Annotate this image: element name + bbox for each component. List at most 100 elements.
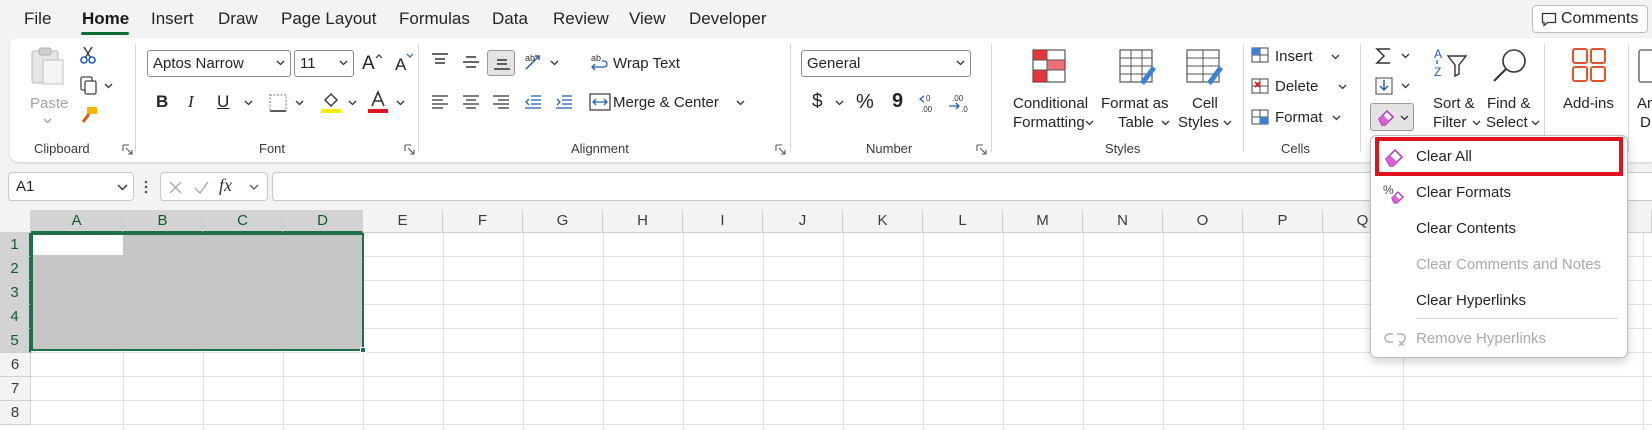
decrease-decimal-icon[interactable]: .00 .0 [946,91,970,115]
format-as-table-button[interactable]: Format as Table [1101,44,1173,136]
column-header-n[interactable]: N [1083,210,1163,233]
column-header-e[interactable]: E [363,210,443,233]
column-header-h[interactable]: H [603,210,683,233]
orientation-icon[interactable]: ab [523,51,545,73]
autosum-icon[interactable] [1374,46,1394,66]
row-header-5[interactable]: 5 [0,329,31,353]
delete-cells-icon[interactable] [1250,77,1270,95]
chevron-down-icon[interactable] [295,100,304,106]
font-launcher-icon[interactable] [404,144,415,155]
column-header-d[interactable]: D [283,210,363,233]
row-header-7[interactable]: 7 [0,377,31,401]
select-all-button[interactable] [0,210,31,233]
chevron-down-icon[interactable] [835,100,844,106]
row-header-6[interactable]: 6 [0,353,31,377]
tab-developer[interactable]: Developer [689,9,767,29]
sort-filter-button[interactable]: A Z Sort & Filter [1423,44,1481,136]
chevron-down-icon[interactable] [1401,53,1410,59]
format-cells-label[interactable]: Format [1275,109,1323,126]
delete-cells-label[interactable]: Delete [1275,78,1318,95]
tab-view[interactable]: View [629,9,666,29]
insert-function-button[interactable]: fx [219,175,232,196]
font-color-icon[interactable] [367,90,389,114]
column-header-o[interactable]: O [1163,210,1243,233]
alignment-launcher-icon[interactable] [775,144,786,155]
format-painter-icon[interactable] [79,105,99,125]
tab-file[interactable]: File [24,9,51,29]
more-options-icon[interactable] [144,179,148,195]
name-box[interactable]: A1 [8,172,134,201]
chevron-down-icon[interactable] [249,184,259,191]
paste-button[interactable]: Paste [27,46,68,126]
row-header-3[interactable]: 3 [0,281,31,305]
chevron-down-icon[interactable] [1401,83,1410,89]
increase-indent-icon[interactable] [554,94,574,110]
chevron-down-icon[interactable] [396,100,405,106]
tab-review[interactable]: Review [553,9,609,29]
bold-button[interactable]: B [156,92,168,112]
font-name-combo[interactable]: Aptos Narrow [147,50,291,77]
borders-icon[interactable] [268,93,288,113]
increase-decimal-icon[interactable]: 0 .00 [916,91,940,115]
fill-color-icon[interactable] [320,90,342,114]
bottom-align-button[interactable] [487,50,515,76]
chevron-down-icon[interactable] [1332,115,1341,121]
decrease-font-size-button[interactable]: A [395,55,406,75]
merge-center-icon[interactable] [589,92,611,112]
decrease-indent-icon[interactable] [523,94,543,110]
align-right-icon[interactable] [491,94,511,110]
insert-cells-icon[interactable] [1250,46,1270,64]
comma-style-button[interactable]: 9 [892,90,903,113]
tab-draw[interactable]: Draw [218,9,258,29]
column-header-i[interactable]: I [683,210,763,233]
row-header-2[interactable]: 2 [0,257,31,281]
number-format-combo[interactable]: General [801,50,971,77]
clear-hyperlinks-menu-item[interactable]: Clear Hyperlinks [1371,284,1629,318]
column-header-f[interactable]: F [443,210,523,233]
tab-formulas[interactable]: Formulas [399,9,470,29]
chevron-down-icon[interactable] [1338,84,1347,90]
row-header-1[interactable]: 1 [0,233,31,257]
column-header-g[interactable]: G [523,210,603,233]
enter-icon[interactable] [193,180,210,195]
middle-align-icon[interactable] [461,54,481,70]
clear-contents-menu-item[interactable]: Clear Contents [1371,212,1629,246]
top-align-icon[interactable] [430,52,450,68]
percent-button[interactable]: % [856,91,874,114]
clear-formats-menu-item[interactable]: % Clear Formats [1371,176,1629,210]
clipboard-launcher-icon[interactable] [122,144,133,155]
row-header-4[interactable]: 4 [0,305,31,329]
currency-button[interactable]: $ [812,91,823,113]
chevron-down-icon[interactable] [104,83,113,89]
analyze-data-button[interactable]: An D [1634,44,1652,136]
comments-button[interactable]: Comments [1532,5,1648,33]
cut-icon[interactable] [79,45,97,65]
increase-font-size-button[interactable]: A [362,53,375,75]
active-cell-a1[interactable] [33,235,123,255]
format-cells-icon[interactable] [1250,108,1270,126]
conditional-formatting-button[interactable]: Conditional Formatting [1002,44,1096,136]
italic-button[interactable]: I [188,92,194,112]
tab-home[interactable]: Home [82,9,129,29]
fill-icon[interactable] [1374,76,1394,96]
column-header-p[interactable]: P [1243,210,1323,233]
insert-cells-label[interactable]: Insert [1275,48,1313,65]
align-center-icon[interactable] [461,94,481,110]
tab-data[interactable]: Data [492,9,528,29]
chevron-down-icon[interactable] [348,100,357,106]
chevron-down-icon[interactable] [1331,54,1340,60]
column-header-b[interactable]: B [123,210,203,233]
fill-handle[interactable] [360,347,366,353]
find-select-button[interactable]: Find & Select [1480,44,1540,136]
font-size-combo[interactable]: 11 [294,50,354,77]
column-header-k[interactable]: K [843,210,923,233]
tab-page-layout[interactable]: Page Layout [281,9,376,29]
column-header-m[interactable]: M [1003,210,1083,233]
copy-icon[interactable] [79,75,99,95]
wrap-text-icon[interactable]: ab [590,52,610,74]
add-ins-button[interactable]: Add-ins [1551,44,1629,136]
chevron-down-icon[interactable] [736,100,745,106]
chevron-down-icon[interactable] [244,100,253,106]
number-launcher-icon[interactable] [976,144,987,155]
underline-button[interactable]: U [217,92,229,112]
